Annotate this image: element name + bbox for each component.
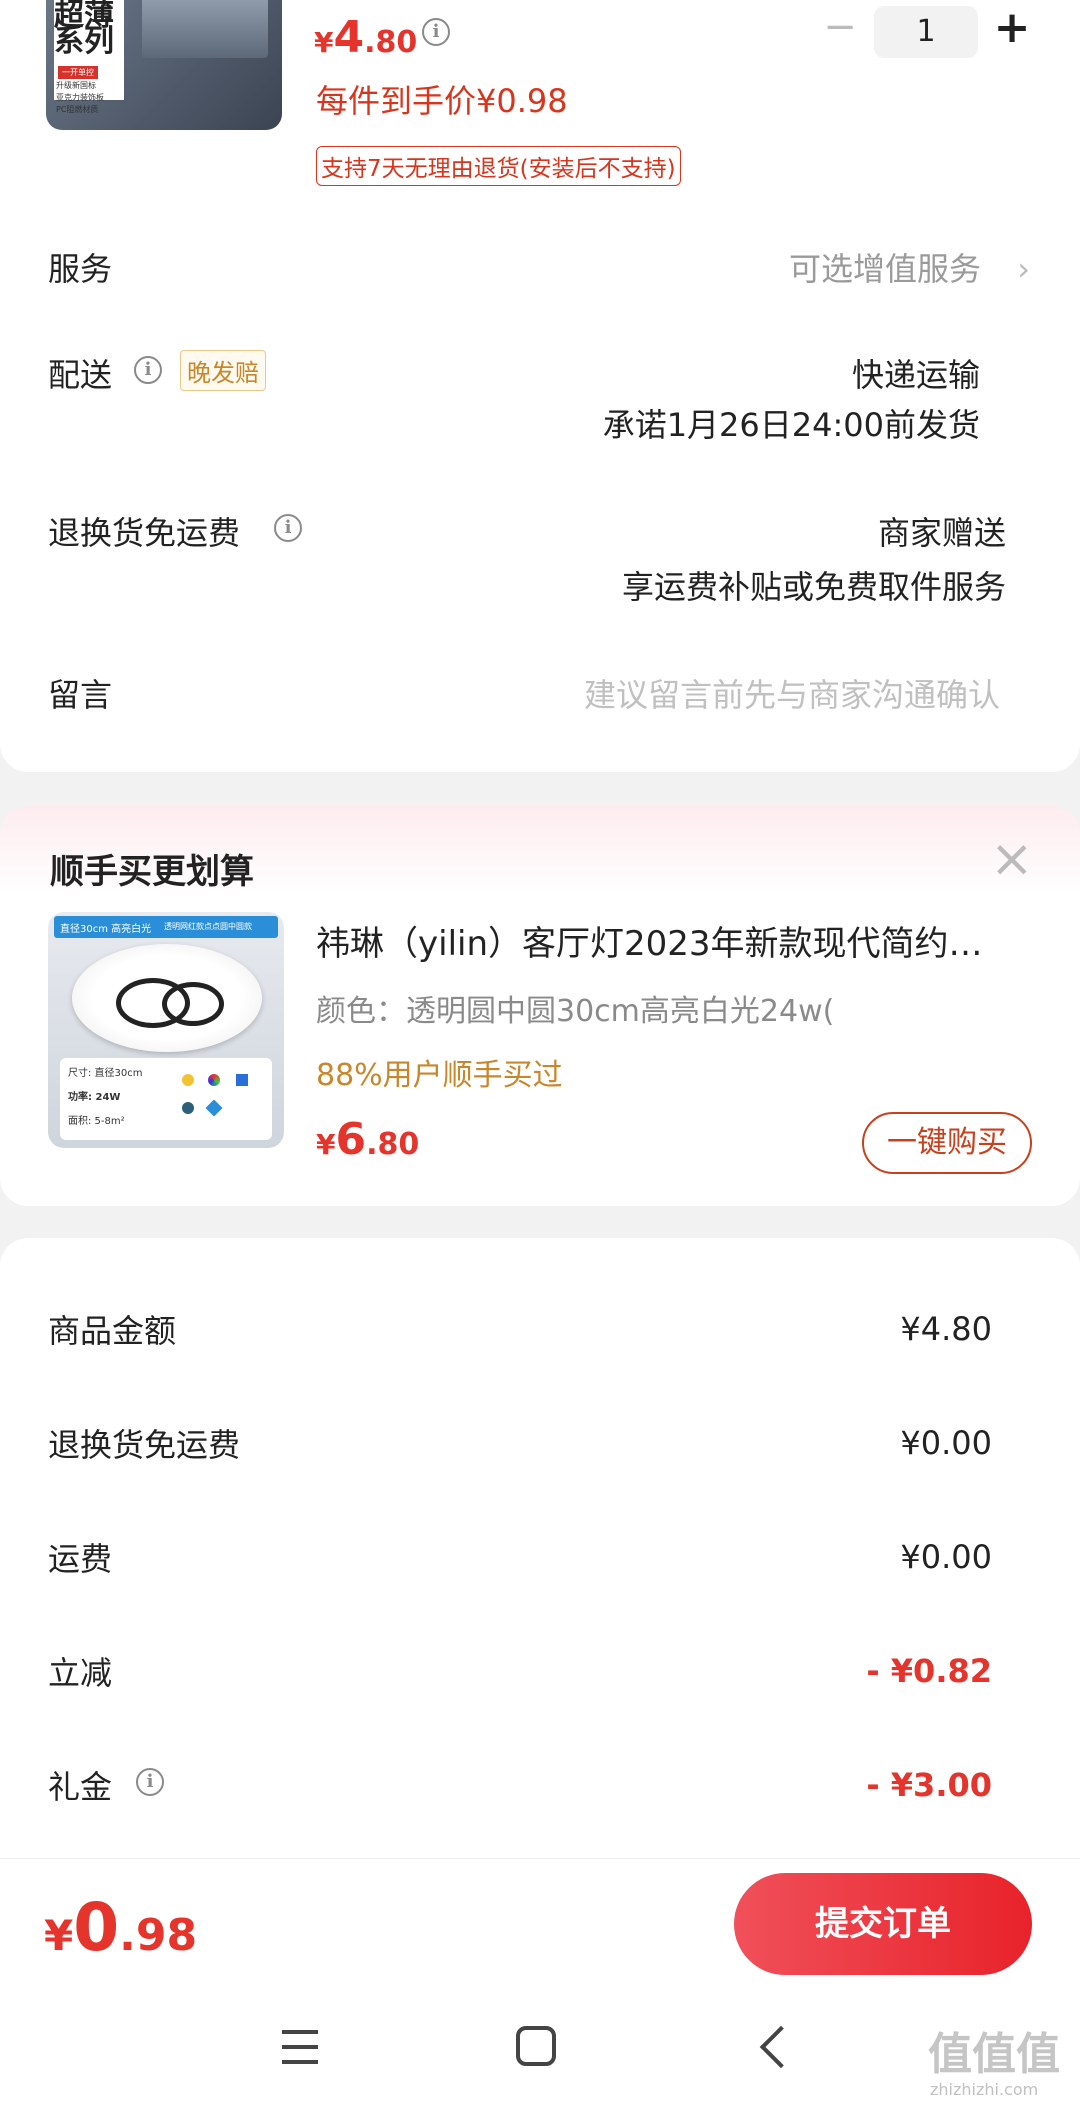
summary-row: 礼金 i - ¥3.00 [0, 1762, 1080, 1822]
summary-value: ¥0.00 [900, 1538, 992, 1576]
summary-label: 商品金额 [48, 1312, 177, 1350]
price-decimal: .80 [366, 1127, 420, 1162]
thumb-feature3: PC阻燃材质 [56, 105, 99, 114]
order-detail-card: 超薄 系列 一开单控 升级新国标 亚克力装饰板 PC阻燃材质 ¥4.80 i −… [0, 0, 1080, 772]
thumb-feature2: 亚克力装饰板 [56, 93, 104, 102]
message-input[interactable]: 建议留言前先与商家沟通确认 [520, 670, 1000, 716]
watermark-domain: zhizhizhi.com [930, 2080, 1039, 2099]
summary-value: ¥4.80 [900, 1310, 992, 1348]
back-icon[interactable] [759, 2025, 803, 2069]
lamp-ring-2 [162, 982, 224, 1026]
return-shipping-detail: 享运费补贴或免费取件服务 [621, 568, 1006, 606]
summary-row: 商品金额 ¥4.80 [0, 1306, 1080, 1366]
thumb-badge-right: 透明网红款点点圆中圆款 [164, 922, 252, 931]
recent-apps-icon[interactable] [282, 2030, 318, 2064]
price-decimal: .80 [364, 25, 418, 60]
recommend-variant: 颜色：透明圆中圆30cm高亮白光24w( [316, 994, 835, 1029]
thumb-tag: 一开单控 [58, 66, 98, 79]
summary-label: 运费 [48, 1540, 113, 1578]
product-price: ¥4.80 [314, 12, 417, 63]
return-shipping-provider: 商家赠送 [877, 514, 1006, 552]
summary-value: - ¥0.82 [866, 1652, 992, 1690]
checkout-bar: ¥0.98 提交订单 [0, 1858, 1080, 1989]
thumb-badge-left: 直径30cm 高亮白光 [60, 924, 152, 935]
delivery-label: 配送 [48, 356, 113, 394]
thumb-spec2: 功率: 24W [68, 1092, 121, 1103]
service-label: 服务 [48, 250, 113, 288]
summary-value: ¥0.00 [900, 1424, 992, 1462]
delivery-method[interactable]: 快递运输 [600, 350, 980, 396]
thumb-icons [178, 1072, 266, 1128]
thumb-feature1: 升级新国标 [56, 81, 96, 90]
thumb-spec3: 面积: 5-8m² [68, 1116, 125, 1127]
late-delivery-badge: 晚发赔 [180, 350, 266, 391]
summary-label: 礼金 [48, 1768, 113, 1806]
thumb-spec1: 尺寸: 直径30cm [68, 1068, 143, 1079]
delivery-info-icon[interactable]: i [134, 356, 162, 384]
price-info-icon[interactable]: i [422, 18, 450, 46]
summary-label: 退换货免运费 [48, 1426, 241, 1464]
recommend-product-name[interactable]: 祎琳（yilin）客厅灯2023年新款现代简约… [316, 916, 1036, 965]
price-symbol: ¥ [314, 26, 334, 59]
submit-order-button[interactable]: 提交订单 [734, 1873, 1032, 1975]
return-info-icon[interactable]: i [274, 514, 302, 542]
price-symbol: ¥ [316, 1128, 336, 1161]
close-icon[interactable]: × [990, 833, 1034, 885]
watermark-logo: 值值值 [928, 2029, 1060, 2080]
total-price: ¥0.98 [44, 1889, 197, 1966]
service-row[interactable]: 可选增值服务 › [600, 244, 1030, 290]
per-item-price: 每件到手价¥0.98 [316, 82, 568, 120]
summary-value: - ¥3.00 [866, 1766, 992, 1804]
thumb-panel [142, 0, 268, 58]
summary-row: 立减 - ¥0.82 [0, 1648, 1080, 1708]
product-thumbnail[interactable]: 超薄 系列 一开单控 升级新国标 亚克力装饰板 PC阻燃材质 [46, 0, 282, 130]
chevron-right-icon: › [1017, 250, 1030, 288]
price-int: 4 [333, 12, 365, 63]
recommend-card: 顺手买更划算 × 直径30cm 高亮白光 透明网红款点点圆中圆款 尺寸: 直径3… [0, 806, 1080, 1206]
total-symbol: ¥ [44, 1911, 74, 1960]
summary-label: 立减 [48, 1654, 113, 1692]
message-label: 留言 [48, 676, 113, 714]
summary-row: 运费 ¥0.00 [0, 1534, 1080, 1594]
gift-money-info-icon[interactable]: i [136, 1768, 164, 1796]
quantity-input[interactable]: 1 [874, 6, 978, 58]
system-nav-bar: 值值值 zhizhizhi.com [0, 1988, 1080, 2111]
one-click-buy-button[interactable]: 一键购买 [862, 1112, 1032, 1174]
total-decimal: .98 [119, 1910, 198, 1961]
recommend-thumbnail[interactable]: 直径30cm 高亮白光 透明网红款点点圆中圆款 尺寸: 直径30cm 功率: 2… [48, 912, 284, 1148]
delivery-promise: 承诺1月26日24:00前发货 [602, 406, 980, 444]
quantity-plus-button[interactable]: + [990, 2, 1034, 53]
quantity-minus-button[interactable]: − [818, 4, 862, 50]
recommend-social-proof: 88%用户顺手买过 [316, 1058, 563, 1093]
return-policy-tag: 支持7天无理由退货(安装后不支持) [316, 146, 681, 186]
return-shipping-label: 退换货免运费 [48, 514, 241, 552]
price-int: 6 [335, 1114, 367, 1165]
home-icon[interactable] [516, 2026, 556, 2066]
total-int: 0 [73, 1889, 120, 1966]
price-summary-card: 商品金额 ¥4.80 退换货免运费 ¥0.00 运费 ¥0.00 立减 - ¥0.82 礼金 i -… [0, 1238, 1080, 1858]
thumb-text-line2: 系列 [54, 24, 114, 59]
recommend-price: ¥6.80 [316, 1114, 419, 1165]
service-value: 可选增值服务 [789, 250, 982, 288]
recommend-title: 顺手买更划算 [50, 852, 254, 892]
summary-row: 退换货免运费 ¥0.00 [0, 1420, 1080, 1480]
